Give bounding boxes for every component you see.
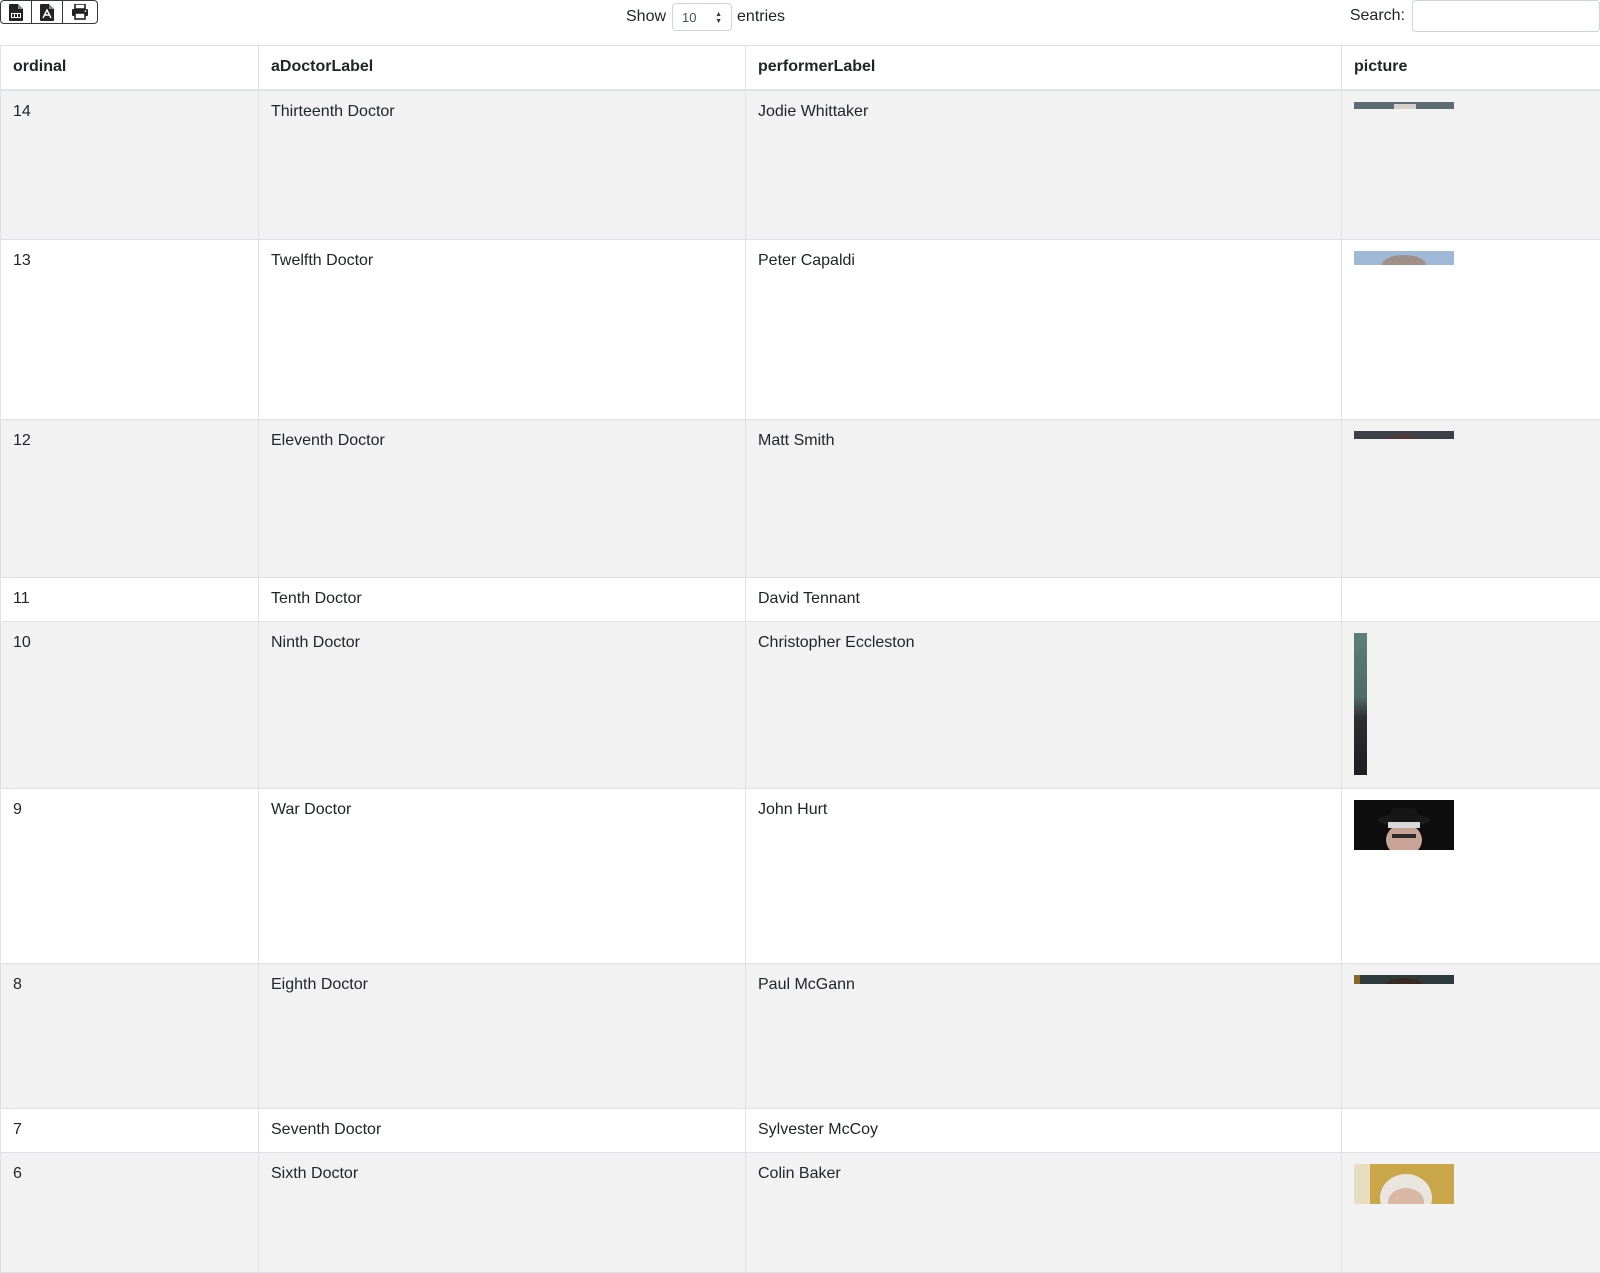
cell-ordinal: 13 bbox=[1, 240, 259, 420]
cell-doctor: Ninth Doctor bbox=[259, 622, 746, 789]
cell-ordinal: 8 bbox=[1, 964, 259, 1109]
cell-picture bbox=[1342, 789, 1600, 964]
cell-ordinal: 14 bbox=[1, 90, 259, 240]
cell-ordinal: 12 bbox=[1, 420, 259, 578]
cell-doctor: Eleventh Doctor bbox=[259, 420, 746, 578]
cell-picture bbox=[1342, 964, 1600, 1109]
column-header-ordinal[interactable]: ordinal bbox=[1, 46, 259, 90]
entries-label: entries bbox=[737, 8, 785, 26]
portrait-christopher-eccleston bbox=[1354, 633, 1367, 775]
pdf-export-button[interactable] bbox=[32, 1, 63, 23]
search-input[interactable] bbox=[1412, 0, 1600, 32]
cell-performer: David Tennant bbox=[746, 578, 1342, 622]
cell-picture bbox=[1342, 1153, 1600, 1273]
entries-select[interactable]: 10 ▲▼ bbox=[672, 3, 732, 31]
cell-ordinal: 11 bbox=[1, 578, 259, 622]
table-header-row: ordinal aDoctorLabel performerLabel pict… bbox=[1, 46, 1600, 90]
search-label: Search: bbox=[1350, 7, 1405, 25]
table-row: 8 Eighth Doctor Paul McGann bbox=[1, 964, 1600, 1109]
cell-ordinal: 9 bbox=[1, 789, 259, 964]
table-row: 11 Tenth Doctor David Tennant bbox=[1, 578, 1600, 622]
cell-doctor: Eighth Doctor bbox=[259, 964, 746, 1109]
select-arrows-icon: ▲▼ bbox=[715, 11, 722, 25]
cell-doctor: War Doctor bbox=[259, 789, 746, 964]
cell-performer: John Hurt bbox=[746, 789, 1342, 964]
cell-doctor: Thirteenth Doctor bbox=[259, 90, 746, 240]
pdf-file-icon bbox=[40, 4, 54, 21]
cell-performer: Matt Smith bbox=[746, 420, 1342, 578]
table-row: 13 Twelfth Doctor Peter Capaldi bbox=[1, 240, 1600, 420]
cell-picture bbox=[1342, 578, 1600, 622]
table-row: 6 Sixth Doctor Colin Baker bbox=[1, 1153, 1600, 1273]
cell-doctor: Twelfth Doctor bbox=[259, 240, 746, 420]
cell-performer: Paul McGann bbox=[746, 964, 1342, 1109]
cell-performer: Sylvester McCoy bbox=[746, 1109, 1342, 1153]
cell-performer: Colin Baker bbox=[746, 1153, 1342, 1273]
length-menu: Show 10 ▲▼ entries bbox=[626, 3, 785, 31]
portrait-jodie-whittaker bbox=[1354, 102, 1454, 109]
cell-picture bbox=[1342, 1109, 1600, 1153]
portrait-colin-baker bbox=[1354, 1164, 1454, 1204]
table-row: 10 Ninth Doctor Christopher Eccleston bbox=[1, 622, 1600, 789]
portrait-paul-mcgann bbox=[1354, 975, 1454, 984]
cell-performer: Jodie Whittaker bbox=[746, 90, 1342, 240]
cell-picture bbox=[1342, 420, 1600, 578]
column-header-performer[interactable]: performerLabel bbox=[746, 46, 1342, 90]
cell-ordinal: 10 bbox=[1, 622, 259, 789]
csv-file-icon bbox=[9, 4, 23, 21]
cell-doctor: Tenth Doctor bbox=[259, 578, 746, 622]
print-button[interactable] bbox=[63, 1, 97, 23]
table-row: 14 Thirteenth Doctor Jodie Whittaker bbox=[1, 90, 1600, 240]
table-row: 9 War Doctor John Hurt bbox=[1, 789, 1600, 964]
cell-picture bbox=[1342, 240, 1600, 420]
show-label: Show bbox=[626, 8, 666, 26]
print-icon bbox=[71, 4, 89, 20]
column-header-picture[interactable]: picture bbox=[1342, 46, 1600, 90]
export-toolbar bbox=[0, 0, 98, 24]
csv-export-button[interactable] bbox=[1, 1, 32, 23]
column-header-doctor[interactable]: aDoctorLabel bbox=[259, 46, 746, 90]
search-filter: Search: bbox=[1350, 0, 1600, 32]
cell-performer: Peter Capaldi bbox=[746, 240, 1342, 420]
portrait-matt-smith bbox=[1354, 431, 1454, 439]
entries-select-value: 10 bbox=[682, 10, 696, 25]
cell-ordinal: 7 bbox=[1, 1109, 259, 1153]
cell-doctor: Sixth Doctor bbox=[259, 1153, 746, 1273]
cell-doctor: Seventh Doctor bbox=[259, 1109, 746, 1153]
cell-ordinal: 6 bbox=[1, 1153, 259, 1273]
cell-picture bbox=[1342, 90, 1600, 240]
cell-performer: Christopher Eccleston bbox=[746, 622, 1342, 789]
table-row: 12 Eleventh Doctor Matt Smith bbox=[1, 420, 1600, 578]
results-table: ordinal aDoctorLabel performerLabel pict… bbox=[0, 45, 1600, 1273]
portrait-peter-capaldi bbox=[1354, 251, 1454, 265]
cell-picture bbox=[1342, 622, 1600, 789]
portrait-john-hurt bbox=[1354, 800, 1454, 850]
table-row: 7 Seventh Doctor Sylvester McCoy bbox=[1, 1109, 1600, 1153]
